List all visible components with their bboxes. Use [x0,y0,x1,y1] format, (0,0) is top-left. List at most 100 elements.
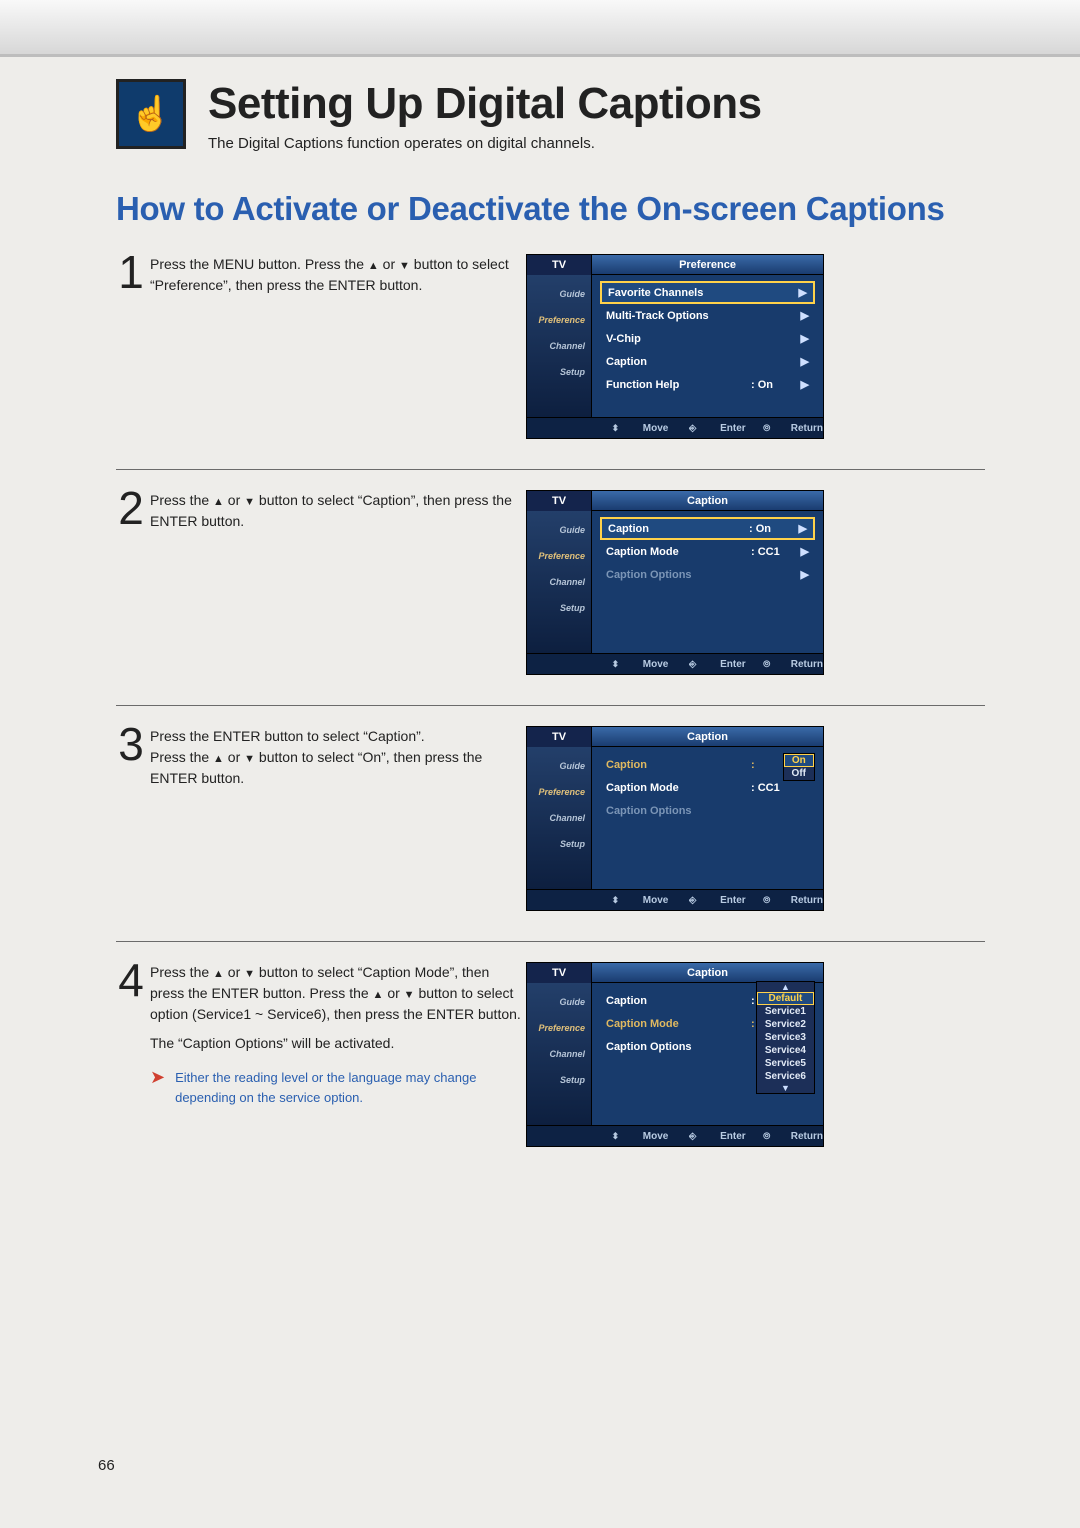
down-icon: ▼ [404,989,415,1001]
osd-popup-option[interactable]: Service4 [757,1044,814,1057]
osd-menu-row[interactable]: Favorite Channels▶ [600,281,815,304]
chevron-right-icon: ▶ [795,522,807,535]
osd-popup-option[interactable]: Service6 [757,1070,814,1083]
divider [116,941,985,942]
osd-hint-move: ⬍Move [591,895,668,906]
step-number: 1 [116,254,146,296]
up-icon: ▲ [373,989,384,1001]
osd-sidebar-item[interactable]: Setup [527,595,591,621]
osd-tv-label: TV [527,963,592,983]
osd-sidebar-item[interactable]: Channel [527,805,591,831]
up-icon: ▲ [368,260,379,272]
osd-panel: TVCaptionGuidePreferenceChannelSetupCapt… [526,490,824,675]
osd-sidebar-item[interactable]: Channel [527,333,591,359]
osd-menu-row[interactable]: Multi-Track Options▶ [600,304,815,327]
osd-popup-option[interactable]: Default [757,992,814,1005]
osd-popup[interactable]: ▲DefaultService1Service2Service3Service4… [756,981,815,1094]
osd-menu-row[interactable]: Function Help: On▶ [600,373,815,396]
osd-main: Caption:Caption Mode: CC1Caption Options… [592,747,823,889]
osd-sidebar-item[interactable]: Guide [527,517,591,543]
osd-popup-option[interactable]: Service2 [757,1018,814,1031]
osd-menu-row[interactable]: Caption: On▶ [600,517,815,540]
page-number: 66 [98,1457,115,1474]
osd-sidebar-item[interactable]: Guide [527,281,591,307]
osd-menu-row[interactable]: Caption▶ [600,350,815,373]
osd-hint-enter: ⎆Enter [668,659,745,670]
osd-hint-move: ⬍Move [591,423,668,434]
chevron-right-icon: ▶ [797,568,809,581]
osd-popup-option[interactable]: Service5 [757,1057,814,1070]
osd-sidebar-item[interactable]: Channel [527,1041,591,1067]
osd-tv-label: TV [527,727,592,747]
osd-popup-option[interactable]: Off [784,767,814,780]
osd-hint-move: ⬍Move [591,659,668,670]
osd-sidebar-item[interactable]: Preference [527,543,591,569]
osd-tv-label: TV [527,255,592,275]
osd-hint-return: ⦾Return [746,895,823,906]
osd-sidebar-item[interactable]: Preference [527,779,591,805]
osd-footer: ⬍Move⎆Enter⦾Return [527,1125,823,1146]
up-icon: ▲ [213,968,224,980]
osd-sidebar-item[interactable]: Channel [527,569,591,595]
osd-sidebar-item[interactable]: Preference [527,1015,591,1041]
osd-row-label: Function Help [606,379,751,391]
osd-sidebar: GuidePreferenceChannelSetup [527,275,592,417]
chevron-down-icon: ▼ [757,1083,814,1093]
osd-sidebar-item[interactable]: Setup [527,831,591,857]
osd-menu-row[interactable]: Caption Options ▶ [600,563,815,586]
osd-hint-enter: ⎆Enter [668,895,745,906]
step-text: Press the MENU button. Press the ▲ or ▼ … [150,254,526,296]
chevron-up-icon: ▲ [757,982,814,992]
osd-sidebar: GuidePreferenceChannelSetup [527,511,592,653]
osd-hint-enter: ⎆Enter [668,1131,745,1142]
down-icon: ▼ [244,496,255,508]
osd-title: Caption [592,491,823,511]
divider [116,705,985,706]
osd-sidebar-item[interactable]: Preference [527,307,591,333]
osd-sidebar-item[interactable]: Guide [527,753,591,779]
osd-row-label: Caption Options [606,805,751,817]
osd-row-value: : On [749,523,795,535]
osd-footer: ⬍Move⎆Enter⦾Return [527,889,823,910]
osd-row-value: : CC1 [751,546,797,558]
osd-menu-row[interactable]: Caption Mode: CC1▶ [600,540,815,563]
osd-menu-row[interactable]: Caption Options [600,799,815,822]
osd-popup-option[interactable]: Service3 [757,1031,814,1044]
osd-hint-return: ⦾Return [746,659,823,670]
section-heading: How to Activate or Deactivate the On-scr… [116,190,985,228]
osd-sidebar-item[interactable]: Guide [527,989,591,1015]
osd-panel: TVCaptionGuidePreferenceChannelSetupCapt… [526,962,824,1147]
osd-row-label: Caption Options [606,569,751,581]
osd-sidebar-item[interactable]: Setup [527,1067,591,1093]
pointer-icon: ☝ [116,79,186,149]
osd-row-label: Favorite Channels [608,287,749,299]
osd-row-label: Caption [606,759,751,771]
osd-footer: ⬍Move⎆Enter⦾Return [527,417,823,438]
osd-sidebar: GuidePreferenceChannelSetup [527,983,592,1125]
osd-popup-option[interactable]: Service1 [757,1005,814,1018]
osd-hint-move: ⬍Move [591,1131,668,1142]
osd-row-label: Caption [608,523,749,535]
page-subtitle: The Digital Captions function operates o… [208,135,762,152]
osd-row-label: Caption Options [606,1041,751,1053]
osd-popup-option[interactable]: On [784,754,814,767]
osd-row-label: Caption Mode [606,782,751,794]
osd-popup[interactable]: OnOff [783,753,815,781]
osd-menu-row[interactable]: V-Chip▶ [600,327,815,350]
chevron-right-icon: ▶ [797,545,809,558]
step-number: 3 [116,726,146,789]
osd-panel: TVCaptionGuidePreferenceChannelSetupCapt… [526,726,824,911]
chevron-right-icon: ▶ [797,378,809,391]
osd-row-label: Multi-Track Options [606,310,751,322]
osd-sidebar: GuidePreferenceChannelSetup [527,747,592,889]
page-title: Setting Up Digital Captions [208,79,762,129]
down-icon: ▼ [399,260,410,272]
osd-panel: TV PreferenceGuidePreferenceChannelSetup F… [526,254,824,439]
osd-footer: ⬍Move⎆Enter⦾Return [527,653,823,674]
osd-row-label: Caption [606,356,751,368]
step-text: Press the ▲ or ▼ button to select “Capti… [150,962,526,1107]
divider [116,469,985,470]
down-icon: ▼ [244,753,255,765]
step-text: Press the ENTER button to select “Captio… [150,726,526,789]
osd-sidebar-item[interactable]: Setup [527,359,591,385]
